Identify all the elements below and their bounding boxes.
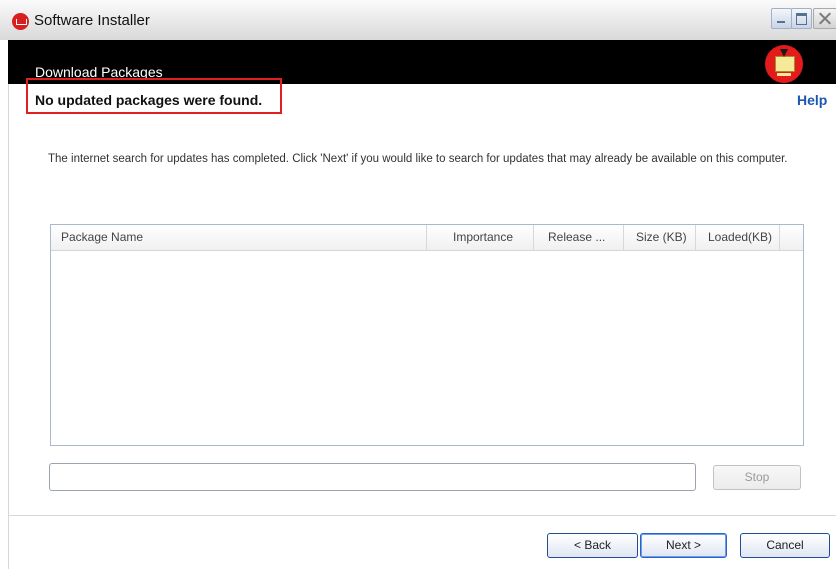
column-header-loaded[interactable]: Loaded(KB) bbox=[695, 225, 779, 250]
down-arrow-icon bbox=[780, 49, 788, 57]
download-package-icon bbox=[765, 45, 803, 83]
tray-icon bbox=[777, 73, 791, 76]
back-button[interactable]: < Back bbox=[547, 533, 638, 558]
download-progress-bar bbox=[49, 463, 696, 491]
installer-app-icon bbox=[12, 13, 29, 30]
close-button[interactable] bbox=[813, 8, 836, 29]
minimize-button[interactable] bbox=[771, 8, 792, 29]
column-header-size[interactable]: Size (KB) bbox=[623, 225, 695, 250]
column-header-filler bbox=[779, 225, 803, 250]
footer-divider bbox=[8, 515, 836, 516]
window-title: Software Installer bbox=[34, 12, 150, 29]
column-header-release[interactable]: Release ... bbox=[533, 225, 623, 250]
column-header-importance[interactable]: Importance bbox=[426, 225, 533, 250]
title-bar: Software Installer bbox=[0, 0, 836, 41]
next-button[interactable]: Next > bbox=[640, 533, 727, 558]
cancel-button[interactable]: Cancel bbox=[740, 533, 830, 558]
stop-button[interactable]: Stop bbox=[713, 465, 801, 490]
column-header-package-name[interactable]: Package Name bbox=[61, 225, 421, 250]
window-left-edge bbox=[0, 40, 9, 569]
package-list-header: Package Name Importance Release ... Size… bbox=[51, 225, 803, 251]
package-list[interactable]: Package Name Importance Release ... Size… bbox=[50, 224, 804, 446]
package-box-icon bbox=[775, 56, 795, 72]
description-text: The internet search for updates has comp… bbox=[48, 153, 788, 165]
maximize-button[interactable] bbox=[791, 8, 812, 29]
status-message: No updated packages were found. bbox=[35, 92, 263, 108]
installer-window: Software Installer Download Packages No … bbox=[0, 0, 836, 569]
help-link[interactable]: Help bbox=[797, 92, 827, 108]
